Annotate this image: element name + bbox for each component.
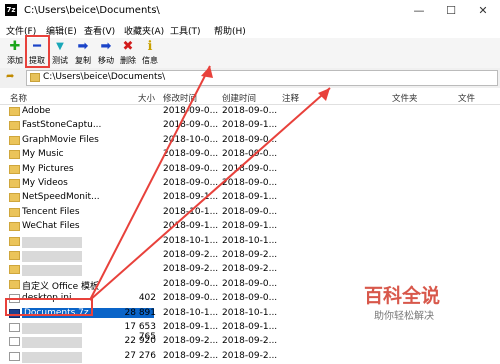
file-modified: 2018-09-2... xyxy=(163,350,219,361)
watermark-title: 百科全说 xyxy=(364,285,441,307)
arrow-head-address xyxy=(318,88,330,101)
file-size: 27 276 xyxy=(124,350,157,361)
watermark-subtitle: 助你轻松解决 xyxy=(374,311,434,322)
blurred-name xyxy=(22,351,82,363)
watermark-logo: 百科全说 助你轻松解决 xyxy=(340,281,490,326)
arrow-head-toolbar xyxy=(201,66,213,78)
file-created: 2018-09-2... xyxy=(222,350,278,361)
arrow-line-address xyxy=(89,87,331,301)
arrow-line-toolbar xyxy=(89,65,211,301)
file-icon xyxy=(9,351,20,361)
